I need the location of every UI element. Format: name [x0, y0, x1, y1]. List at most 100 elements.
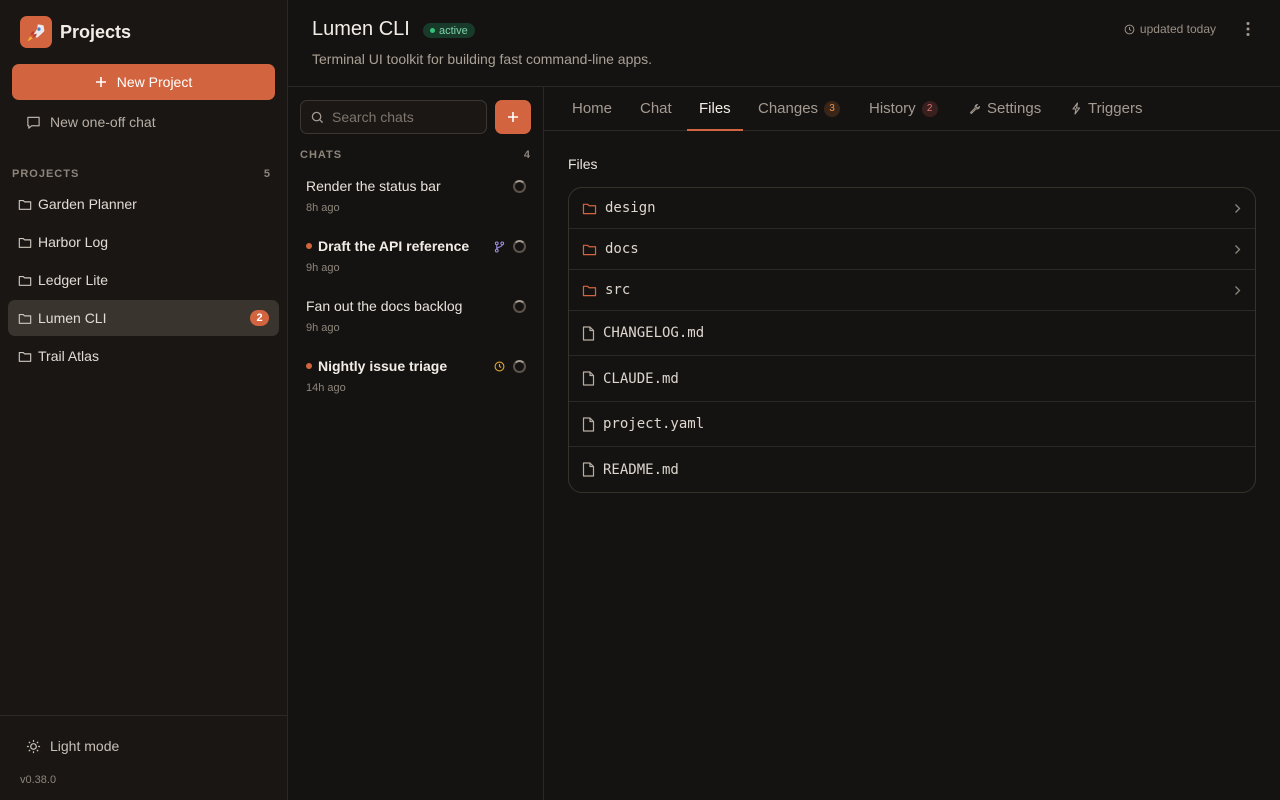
more-options-icon[interactable]: [1246, 21, 1250, 40]
search-box: [300, 100, 487, 134]
status-label: active: [439, 24, 468, 37]
tab-settings[interactable]: Settings: [969, 87, 1041, 130]
tab-label: Files: [699, 100, 731, 117]
project-header: Lumen CLI active Terminal UI toolkit for…: [288, 0, 1280, 87]
projects-section-label: PROJECTS: [12, 168, 80, 180]
clock-icon: [1124, 24, 1135, 34]
chat-title: Nightly issue triage: [306, 358, 447, 374]
tab-history[interactable]: History 2: [869, 87, 938, 130]
chat-item-nightly-triage[interactable]: Nightly issue triage 14h ago: [300, 358, 532, 414]
chevron-right-icon: [1235, 285, 1241, 295]
tab-label: History: [869, 100, 916, 117]
history-count-badge: 2: [921, 100, 938, 117]
chat-time: 9h ago: [306, 322, 340, 334]
sidebar-item-garden-planner[interactable]: Garden Planner: [8, 186, 279, 222]
chat-item-render-status-bar[interactable]: Render the status bar 8h ago: [300, 178, 532, 234]
chats-section-label: CHATS: [300, 149, 343, 161]
folder-icon: [18, 313, 32, 324]
chat-item-draft-api-reference[interactable]: Draft the API reference 9h ago: [300, 238, 532, 294]
tab-changes[interactable]: Changes 3: [758, 87, 841, 130]
unread-dot-icon: [306, 363, 312, 369]
message-icon: [27, 116, 40, 129]
plus-icon: [95, 77, 106, 87]
sidebar-item-trail-atlas[interactable]: Trail Atlas: [8, 338, 279, 374]
file-name: README.md: [603, 461, 679, 478]
sidebar: Projects New Project New one-off chat PR…: [0, 0, 288, 800]
tab-home[interactable]: Home: [572, 87, 612, 130]
file-list: design docs src CHANGELOG.md CLAUDE.md p…: [568, 187, 1256, 493]
tab-triggers[interactable]: Triggers: [1071, 87, 1142, 130]
chat-title: Fan out the docs backlog: [306, 298, 462, 314]
chat-title-text: Fan out the docs backlog: [306, 298, 463, 314]
new-oneoff-chat-button[interactable]: New one-off chat: [26, 114, 156, 130]
tab-files[interactable]: Files: [687, 87, 743, 131]
chevron-right-icon: [1235, 203, 1241, 213]
new-project-button[interactable]: New Project: [12, 64, 275, 100]
file-icon: [582, 462, 595, 477]
tab-chat[interactable]: Chat: [640, 87, 672, 130]
chat-time: 8h ago: [306, 202, 340, 214]
project-title: Lumen CLI: [312, 18, 410, 40]
file-row-project-yaml[interactable]: project.yaml: [569, 402, 1255, 447]
file-row-readme[interactable]: README.md: [569, 447, 1255, 492]
file-icon: [582, 371, 595, 386]
status-dot-icon: [430, 28, 435, 33]
chat-title-text: Nightly issue triage: [318, 358, 448, 374]
chats-section-header: CHATS 4: [300, 149, 531, 161]
light-mode-toggle[interactable]: Light mode: [26, 738, 119, 754]
plus-icon: [508, 112, 518, 122]
git-branch-icon: [494, 240, 505, 253]
loading-spinner-icon: [513, 300, 526, 313]
chats-count: 4: [523, 149, 531, 161]
app-version: v0.38.0: [20, 774, 57, 786]
sidebar-item-label: Trail Atlas: [38, 348, 99, 364]
file-row-changelog[interactable]: CHANGELOG.md: [569, 311, 1255, 356]
sidebar-item-label: Lumen CLI: [38, 310, 107, 326]
chat-time: 9h ago: [306, 262, 340, 274]
chat-item-fan-out-docs[interactable]: Fan out the docs backlog 9h ago: [300, 298, 532, 354]
sidebar-item-ledger-lite[interactable]: Ledger Lite: [8, 262, 279, 298]
tab-bar: Home Chat Files Changes 3 History 2 Sett…: [544, 87, 1280, 131]
loading-spinner-icon: [513, 360, 526, 373]
file-name: project.yaml: [603, 416, 705, 432]
search-chats-input[interactable]: [332, 109, 472, 125]
lightning-icon: [1072, 102, 1081, 115]
updated-label: updated today: [1139, 22, 1216, 36]
file-row-docs[interactable]: docs: [569, 229, 1255, 270]
loading-spinner-icon: [513, 240, 526, 253]
folder-icon: [18, 351, 32, 362]
folder-icon: [18, 275, 32, 286]
wrench-icon: [970, 103, 980, 114]
file-name: CHANGELOG.md: [603, 325, 705, 341]
folder-icon: [582, 203, 597, 214]
folder-icon: [582, 244, 597, 255]
chat-title: Render the status bar: [306, 178, 441, 194]
clock-icon: [494, 361, 505, 372]
tab-label: Triggers: [1088, 100, 1143, 117]
loading-spinner-icon: [513, 180, 526, 193]
file-name: docs: [605, 241, 639, 257]
sidebar-item-harbor-log[interactable]: Harbor Log: [8, 224, 279, 260]
light-mode-label: Light mode: [50, 738, 120, 754]
sidebar-item-lumen-cli[interactable]: Lumen CLI 2: [8, 300, 279, 336]
sidebar-item-label: Ledger Lite: [38, 272, 109, 288]
file-icon: [582, 325, 595, 341]
sun-icon: [26, 739, 41, 753]
new-chat-button[interactable]: [495, 100, 531, 134]
chat-title-text: Draft the API reference: [318, 238, 470, 254]
file-name: src: [605, 282, 631, 298]
unread-badge: 2: [250, 310, 269, 326]
projects-count: 5: [263, 168, 271, 180]
file-row-claude[interactable]: CLAUDE.md: [569, 356, 1255, 402]
tab-label: Changes: [758, 100, 819, 117]
sidebar-item-label: Garden Planner: [38, 196, 137, 212]
updated-indicator: updated today: [1124, 22, 1216, 36]
file-row-design[interactable]: design: [569, 188, 1255, 229]
chat-title-text: Render the status bar: [306, 178, 441, 194]
rocket-icon: [20, 16, 52, 48]
brand: Projects: [20, 16, 131, 48]
file-row-src[interactable]: src: [569, 270, 1255, 311]
file-icon: [582, 416, 595, 432]
file-name: CLAUDE.md: [603, 370, 679, 387]
folder-icon: [18, 237, 32, 248]
